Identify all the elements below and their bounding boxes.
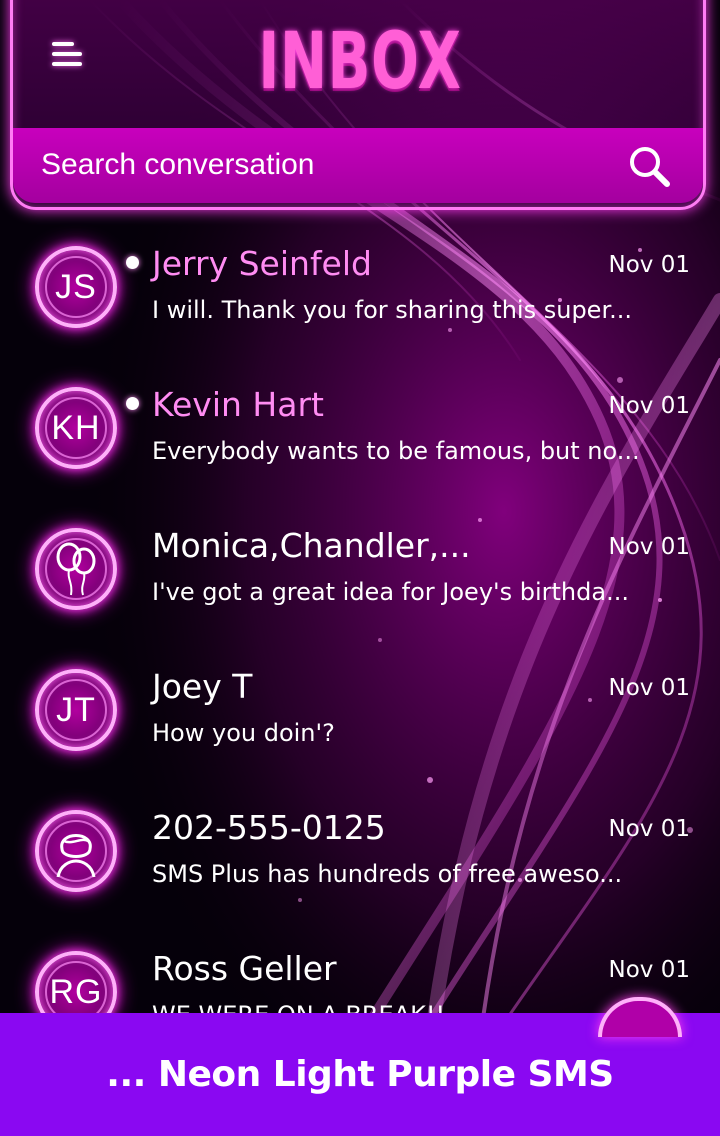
- contact-name: 202-555-0125: [152, 808, 386, 847]
- avatar-initials: JS: [55, 267, 97, 306]
- promo-banner: ... Neon Light Purple SMS: [0, 997, 720, 1136]
- contact-name: Ross Geller: [152, 949, 337, 988]
- search-bar[interactable]: Search conversation: [13, 128, 703, 203]
- contact-name: Monica,Chandler,...: [152, 526, 471, 565]
- avatar-initials: RG: [49, 972, 103, 1011]
- hamburger-menu-icon[interactable]: [46, 36, 90, 76]
- contact-name: Jerry Seinfeld: [152, 244, 372, 283]
- message-date: Nov 01: [608, 675, 690, 701]
- message-date: Nov 01: [608, 957, 690, 983]
- contact-name: Joey T: [152, 667, 253, 706]
- message-snippet: I've got a great idea for Joey's birthda…: [152, 578, 629, 606]
- page-title: INBOX: [258, 17, 462, 107]
- avatar: [35, 528, 117, 610]
- message-snippet: Everybody wants to be famous, but no...: [152, 437, 640, 465]
- message-snippet: How you doin'?: [152, 719, 335, 747]
- contact-name: Kevin Hart: [152, 385, 324, 424]
- message-snippet: I will. Thank you for sharing this super…: [152, 296, 632, 324]
- message-date: Nov 01: [608, 252, 690, 278]
- person-icon: [56, 834, 96, 878]
- conversation-row[interactable]: JT Joey T Nov 01 How you doin'?: [0, 639, 720, 780]
- avatar: KH: [35, 387, 117, 469]
- conversation-row[interactable]: 202-555-0125 Nov 01 SMS Plus has hundred…: [0, 780, 720, 921]
- search-icon[interactable]: [625, 142, 673, 190]
- avatar-initials: JT: [56, 690, 96, 729]
- avatar: JS: [35, 246, 117, 328]
- message-snippet: SMS Plus has hundreds of free aweso...: [152, 860, 623, 888]
- message-date: Nov 01: [608, 816, 690, 842]
- message-date: Nov 01: [608, 534, 690, 560]
- avatar-initials: KH: [51, 408, 101, 447]
- unread-indicator: [126, 256, 139, 269]
- avatar: JT: [35, 669, 117, 751]
- conversation-row[interactable]: Monica,Chandler,... Nov 01 I've got a gr…: [0, 498, 720, 639]
- conversation-row[interactable]: JS Jerry Seinfeld Nov 01 I will. Thank y…: [0, 216, 720, 357]
- search-input[interactable]: Search conversation: [41, 148, 315, 182]
- balloons-icon: [56, 542, 96, 596]
- conversation-row[interactable]: KH Kevin Hart Nov 01 Everybody wants to …: [0, 357, 720, 498]
- banner-text: ... Neon Light Purple SMS: [106, 1054, 614, 1095]
- unread-indicator: [126, 397, 139, 410]
- avatar: [35, 810, 117, 892]
- message-date: Nov 01: [608, 393, 690, 419]
